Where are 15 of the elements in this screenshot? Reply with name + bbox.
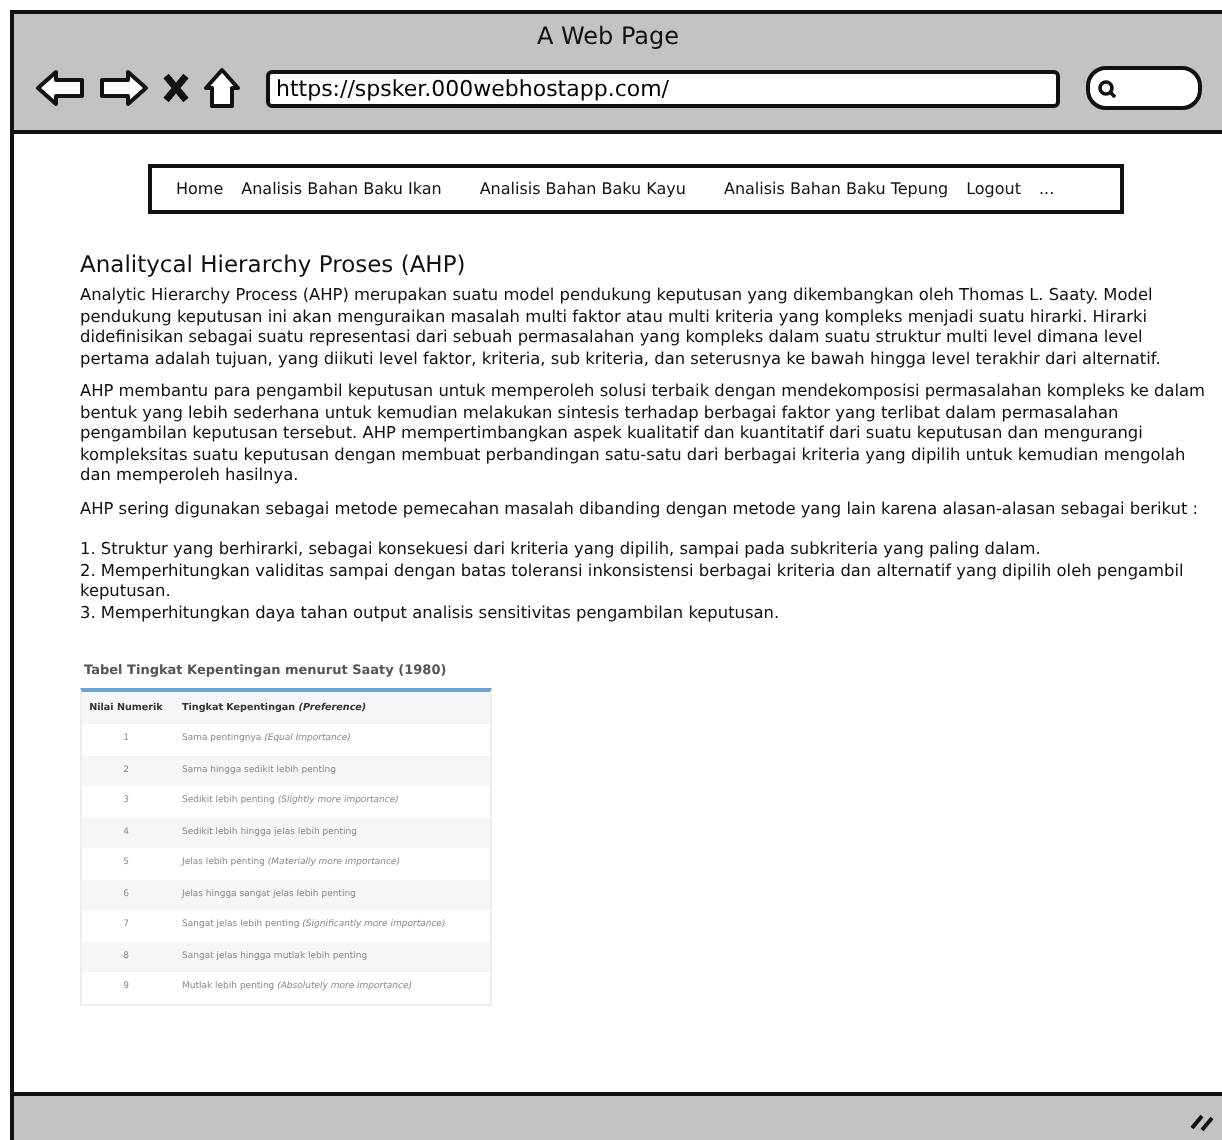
paragraph: Analytic Hierarchy Process (AHP) merupakan suatu model pendukung keputusan yang dikembangkan oleh Thomas L. Saaty. Model pendukung keputusan ini akan menguraikan masalah multi faktor atau multi kriteria yang kompleks menjadi suatu hirarki. Hirarki didefinisikan sebagai suatu representasi dari sebuah permasalahan yang kompleks dalam suatu struktur multi level dimana level pertama adalah tujuan, yang diikuti level faktor, kriteria, sub kriteria, dan seterusnya ke bawah hingga level terakhir dari alternatif. [80, 284, 1163, 368]
paragraph: AHP sering digunakan sebagai metode pemecahan masalah dibanding dengan metode yang lain karena alasan-alasan sebagai berikut : [80, 497, 1201, 518]
list-item: 1. Struktur yang berhirarki, sebagai konsekuesi dari kriteria yang dipilih, sampai pada subkriteria yang paling dalam. [80, 538, 1043, 559]
nav-link[interactable]: Analisis Bahan Baku Kayu [479, 180, 686, 198]
nav-link[interactable]: Analisis Bahan Baku Ikan [241, 180, 442, 198]
page-heading: Analitycal Hierarchy Proses (AHP) [80, 250, 468, 278]
nav-link[interactable]: ... [1038, 180, 1055, 198]
nav-link[interactable]: Logout [966, 180, 1021, 198]
url-field[interactable]: https://spsker.000webhostapp.com/ [266, 69, 1060, 107]
list-item: 2. Memperhitungkan validitas sampai dengan batas toleransi inkonsistensi berbagai kriteria dan alternatif yang dipilih oleh pengambil keputusan. [80, 559, 1186, 601]
list-item: 3. Memperhitungkan daya tahan output analisis sensitivitas pengambilan keputusan. [80, 601, 782, 622]
paragraph: AHP membantu para pengambil keputusan untuk memperoleh solusi terbaik dengan mendekomposisi permasalahan kompleks ke dalam bentuk yang lebih sederhana untuk kemudian melakukan sintesis terhadap berbagai faktor yang terlibat dalam permasalahan pengambilan keputusan tersebut. AHP mempertimbangkan aspek kualitatif dan kuantitatif dari suatu keputusan dan mengurangi kompleksitas suatu keputusan dengan membuat perbandingan satu-satu dari berbagai kriteria yang dipilih untuk kemudian mengolah dan memperoleh hasilnya. [80, 380, 1208, 485]
nav-link[interactable]: Analisis Bahan Baku Tepung [723, 180, 949, 198]
window-title: A Web Page [534, 22, 682, 50]
nav-link[interactable]: Home [176, 180, 224, 198]
